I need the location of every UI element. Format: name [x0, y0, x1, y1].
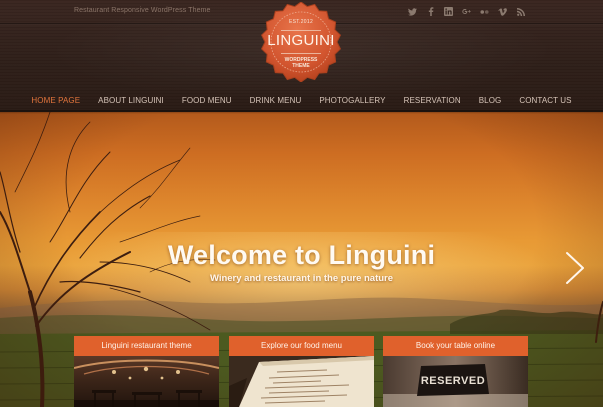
nav-item-contact-us[interactable]: CONTACT US	[519, 91, 571, 110]
logo-name: LINGUINI	[267, 32, 335, 49]
nav-item-food-menu[interactable]: FOOD MENU	[182, 91, 232, 110]
logo-subtitle-line2: THEME	[292, 63, 310, 69]
nav-item-photogallery[interactable]: PHOTOGALLERY	[319, 91, 385, 110]
feature-box-label: Linguini restaurant theme	[74, 336, 219, 356]
restaurant-interior-image	[74, 356, 219, 407]
vimeo-icon[interactable]	[498, 7, 507, 16]
reserved-sign-image: RESERVED	[383, 356, 528, 407]
slider-next-arrow-icon[interactable]	[564, 251, 586, 285]
linkedin-icon[interactable]	[444, 7, 453, 16]
nav-shadow	[0, 110, 603, 114]
twitter-icon[interactable]	[408, 7, 417, 16]
site-tagline: Restaurant Responsive WordPress Theme	[74, 7, 211, 14]
nav-item-about-linguini[interactable]: ABOUT LINGUINI	[98, 91, 164, 110]
hero-slider: Welcome to Linguini Winery and restauran…	[0, 112, 603, 407]
flickr-icon[interactable]	[480, 7, 489, 16]
social-links	[408, 7, 525, 16]
nav-item-drink-menu[interactable]: DRINK MENU	[250, 91, 302, 110]
food-menu-card-image	[229, 356, 374, 407]
site-header: Restaurant Responsive WordPress Theme ES…	[0, 0, 603, 112]
feature-box-book-table[interactable]: Book your table online RESERVED	[383, 336, 528, 407]
google-plus-icon[interactable]	[462, 7, 471, 16]
site-logo[interactable]: EST.2012 LINGUINI WORDPRESS THEME	[258, 2, 344, 82]
logo-subtitle: WORDPRESS THEME	[280, 57, 322, 69]
reserved-sign-text: RESERVED	[421, 375, 485, 387]
logo-established: EST.2012	[288, 19, 314, 25]
feature-box-restaurant-theme[interactable]: Linguini restaurant theme	[74, 336, 219, 407]
facebook-icon[interactable]	[426, 7, 435, 16]
logo-rule-bottom	[281, 53, 321, 54]
rss-icon[interactable]	[516, 7, 525, 16]
main-nav: HOME PAGE ABOUT LINGUINI FOOD MENU DRINK…	[0, 91, 603, 110]
feature-box-food-menu[interactable]: Explore our food menu	[229, 336, 374, 407]
feature-box-label: Book your table online	[383, 336, 528, 356]
logo-rule-top	[281, 30, 321, 31]
nav-item-blog[interactable]: BLOG	[479, 91, 502, 110]
hero-title: Welcome to Linguini	[167, 240, 436, 270]
nav-item-home-page[interactable]: HOME PAGE	[31, 91, 80, 110]
feature-box-label: Explore our food menu	[229, 336, 374, 356]
nav-item-reservation[interactable]: RESERVATION	[404, 91, 461, 110]
hero-subtitle: Winery and restaurant in the pure nature	[209, 273, 394, 284]
